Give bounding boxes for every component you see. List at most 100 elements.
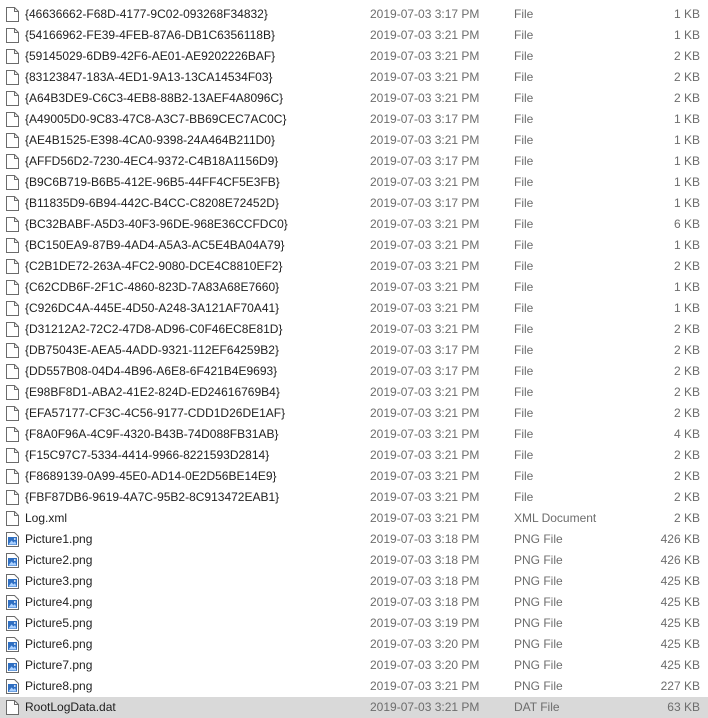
file-type: PNG File: [514, 595, 563, 609]
file-row[interactable]: {F15C97C7-5334-4414-9966-8221593D2814} 2…: [0, 445, 708, 466]
file-size: 63 KB: [667, 700, 700, 714]
file-type: File: [514, 154, 534, 168]
file-row[interactable]: {C2B1DE72-263A-4FC2-9080-DCE4C8810EF2} 2…: [0, 256, 708, 277]
file-row[interactable]: Picture1.png 2019-07-03 3:18 PM PNG File…: [0, 529, 708, 550]
file-type: File: [514, 280, 534, 294]
file-date-modified: 2019-07-03 3:21 PM: [370, 679, 480, 693]
file-row[interactable]: {A64B3DE9-C6C3-4EB8-88B2-13AEF4A8096C} 2…: [0, 88, 708, 109]
file-date-modified: 2019-07-03 3:20 PM: [370, 637, 480, 651]
file-type: File: [514, 364, 534, 378]
file-row[interactable]: {EFA57177-CF3C-4C56-9177-CDD1D26DE1AF} 2…: [0, 403, 708, 424]
file-name: Picture5.png: [25, 616, 93, 630]
file-name: {B11835D9-6B94-442C-B4CC-C8208E72452D}: [25, 196, 279, 210]
blank-file-icon: [6, 238, 19, 253]
file-type: File: [514, 238, 534, 252]
file-name: {BC150EA9-87B9-4AD4-A5A3-AC5E4BA04A79}: [25, 238, 285, 252]
file-size: 425 KB: [660, 616, 700, 630]
file-name: {EFA57177-CF3C-4C56-9177-CDD1D26DE1AF}: [25, 406, 286, 420]
file-row[interactable]: {DB75043E-AEA5-4ADD-9321-112EF64259B2} 2…: [0, 340, 708, 361]
blank-file-icon: [6, 70, 19, 85]
file-row[interactable]: Picture4.png 2019-07-03 3:18 PM PNG File…: [0, 592, 708, 613]
file-name: Log.xml: [25, 511, 68, 525]
file-row[interactable]: {83123847-183A-4ED1-9A13-13CA14534F03} 2…: [0, 67, 708, 88]
file-size: 2 KB: [673, 511, 700, 525]
file-name: Picture8.png: [25, 679, 93, 693]
file-row[interactable]: {BC32BABF-A5D3-40F3-96DE-968E36CCFDC0} 2…: [0, 214, 708, 235]
file-name: {F15C97C7-5334-4414-9966-8221593D2814}: [25, 448, 270, 462]
file-row[interactable]: Log.xml 2019-07-03 3:21 PM XML Document …: [0, 508, 708, 529]
file-type: PNG File: [514, 658, 563, 672]
file-date-modified: 2019-07-03 3:21 PM: [370, 700, 480, 714]
file-row[interactable]: {C62CDB6F-2F1C-4860-823D-7A83A68E7660} 2…: [0, 277, 708, 298]
file-name: {C62CDB6F-2F1C-4860-823D-7A83A68E7660}: [25, 280, 280, 294]
file-size: 2 KB: [673, 70, 700, 84]
file-type: File: [514, 385, 534, 399]
file-type: File: [514, 490, 534, 504]
blank-file-icon: [6, 154, 19, 169]
file-row[interactable]: {D31212A2-72C2-47D8-AD96-C0F46EC8E81D} 2…: [0, 319, 708, 340]
file-date-modified: 2019-07-03 3:21 PM: [370, 70, 480, 84]
file-size: 426 KB: [660, 532, 700, 546]
file-row[interactable]: Picture5.png 2019-07-03 3:19 PM PNG File…: [0, 613, 708, 634]
file-row[interactable]: RootLogData.dat 2019-07-03 3:21 PM DAT F…: [0, 697, 708, 718]
file-name: {C2B1DE72-263A-4FC2-9080-DCE4C8810EF2}: [25, 259, 283, 273]
file-name: {D31212A2-72C2-47D8-AD96-C0F46EC8E81D}: [25, 322, 283, 336]
file-row[interactable]: Picture7.png 2019-07-03 3:20 PM PNG File…: [0, 655, 708, 676]
file-date-modified: 2019-07-03 3:21 PM: [370, 217, 480, 231]
file-row[interactable]: {A49005D0-9C83-47C8-A3C7-BB69CEC7AC0C} 2…: [0, 109, 708, 130]
file-size: 2 KB: [673, 469, 700, 483]
blank-file-icon: [6, 28, 19, 43]
file-row[interactable]: {DD557B08-04D4-4B96-A6E8-6F421B4E9693} 2…: [0, 361, 708, 382]
file-date-modified: 2019-07-03 3:21 PM: [370, 322, 480, 336]
file-type: PNG File: [514, 574, 563, 588]
file-row[interactable]: Picture6.png 2019-07-03 3:20 PM PNG File…: [0, 634, 708, 655]
image-file-icon: [6, 616, 19, 631]
file-row[interactable]: {F8A0F96A-4C9F-4320-B43B-74D088FB31AB} 2…: [0, 424, 708, 445]
image-file-icon: [6, 574, 19, 589]
file-size: 1 KB: [673, 7, 700, 21]
blank-file-icon: [6, 364, 19, 379]
file-name: {BC32BABF-A5D3-40F3-96DE-968E36CCFDC0}: [25, 217, 288, 231]
file-size: 2 KB: [673, 343, 700, 357]
file-row[interactable]: {FBF87DB6-9619-4A7C-95B2-8C913472EAB1} 2…: [0, 487, 708, 508]
file-size: 1 KB: [673, 28, 700, 42]
file-row[interactable]: {AFFD56D2-7230-4EC4-9372-C4B18A1156D9} 2…: [0, 151, 708, 172]
file-row[interactable]: {59145029-6DB9-42F6-AE01-AE9202226BAF} 2…: [0, 46, 708, 67]
file-row[interactable]: Picture2.png 2019-07-03 3:18 PM PNG File…: [0, 550, 708, 571]
file-row[interactable]: {C926DC4A-445E-4D50-A248-3A121AF70A41} 2…: [0, 298, 708, 319]
file-size: 2 KB: [673, 259, 700, 273]
file-date-modified: 2019-07-03 3:21 PM: [370, 175, 480, 189]
file-row[interactable]: {54166962-FE39-4FEB-87A6-DB1C6356118B} 2…: [0, 25, 708, 46]
file-name: Picture1.png: [25, 532, 93, 546]
file-size: 6 KB: [673, 217, 700, 231]
blank-file-icon: [6, 322, 19, 337]
file-name: {59145029-6DB9-42F6-AE01-AE9202226BAF}: [25, 49, 276, 63]
file-type: File: [514, 343, 534, 357]
file-name: {F8689139-0A99-45E0-AD14-0E2D56BE14E9}: [25, 469, 277, 483]
file-row[interactable]: Picture8.png 2019-07-03 3:21 PM PNG File…: [0, 676, 708, 697]
file-date-modified: 2019-07-03 3:21 PM: [370, 385, 480, 399]
file-row[interactable]: {E98BF8D1-ABA2-41E2-824D-ED24616769B4} 2…: [0, 382, 708, 403]
file-row[interactable]: {B11835D9-6B94-442C-B4CC-C8208E72452D} 2…: [0, 193, 708, 214]
file-type: PNG File: [514, 532, 563, 546]
file-row[interactable]: Picture3.png 2019-07-03 3:18 PM PNG File…: [0, 571, 708, 592]
file-type: File: [514, 49, 534, 63]
file-row[interactable]: {B9C6B719-B6B5-412E-96B5-44FF4CF5E3FB} 2…: [0, 172, 708, 193]
file-size: 1 KB: [673, 112, 700, 126]
file-row[interactable]: {AE4B1525-E398-4CA0-9398-24A464B211D0} 2…: [0, 130, 708, 151]
blank-file-icon: [6, 469, 19, 484]
blank-file-icon: [6, 7, 19, 22]
file-row[interactable]: {BC150EA9-87B9-4AD4-A5A3-AC5E4BA04A79} 2…: [0, 235, 708, 256]
file-date-modified: 2019-07-03 3:21 PM: [370, 490, 480, 504]
file-name: Picture6.png: [25, 637, 93, 651]
blank-file-icon: [6, 343, 19, 358]
file-name: {B9C6B719-B6B5-412E-96B5-44FF4CF5E3FB}: [25, 175, 280, 189]
file-date-modified: 2019-07-03 3:18 PM: [370, 553, 480, 567]
file-row[interactable]: {F8689139-0A99-45E0-AD14-0E2D56BE14E9} 2…: [0, 466, 708, 487]
file-size: 1 KB: [673, 133, 700, 147]
blank-file-icon: [6, 406, 19, 421]
file-row[interactable]: {46636662-F68D-4177-9C02-093268F34832} 2…: [0, 4, 708, 25]
file-name: {DD557B08-04D4-4B96-A6E8-6F421B4E9693}: [25, 364, 278, 378]
file-size: 2 KB: [673, 448, 700, 462]
file-size: 2 KB: [673, 364, 700, 378]
